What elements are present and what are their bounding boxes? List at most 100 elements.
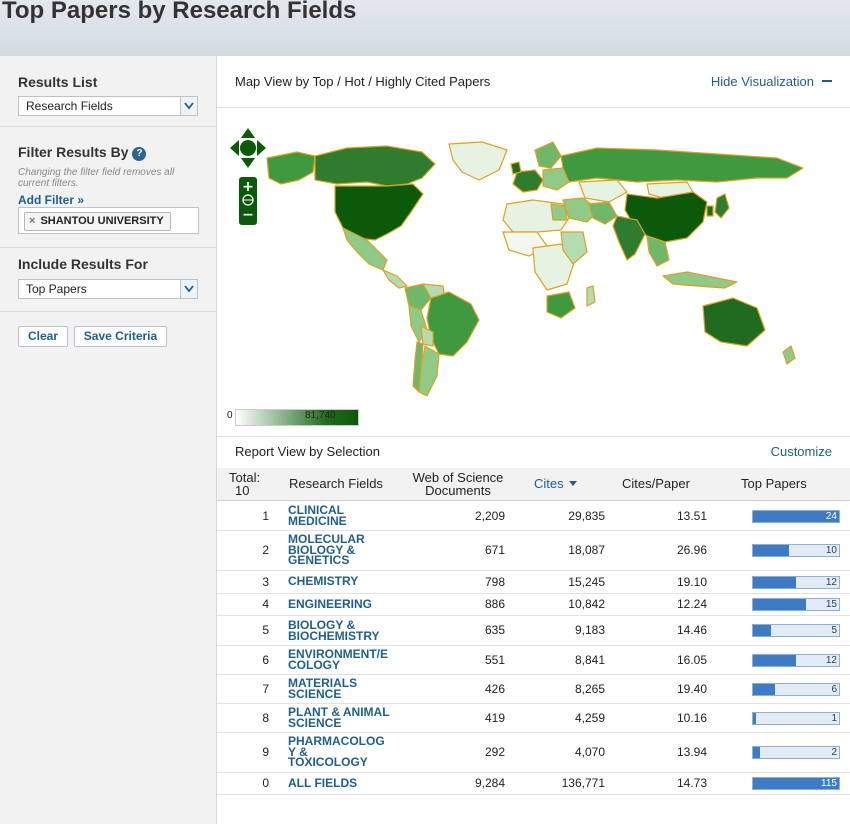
map-region-new-zealand[interactable] [782, 345, 796, 365]
clear-button[interactable]: Clear [18, 326, 68, 347]
col-cites[interactable]: Cites [534, 477, 578, 490]
table-row: 2 MOLECULAR BIOLOGY & GENETICS 671 18,087 26.9… [217, 530, 850, 571]
row-cites: 4,070 [574, 745, 605, 759]
top-papers-bar-fill [753, 684, 775, 695]
research-field-link[interactable]: ENGINEERING [288, 598, 398, 609]
filter-label: Filter Results By? [18, 144, 147, 161]
map-region-brazil[interactable] [426, 291, 480, 357]
filter-note: Changing the filter field removes all cu… [18, 167, 175, 189]
hide-visualization-label: Hide Visualization [710, 74, 814, 89]
row-rank: 0 [262, 776, 269, 790]
row-documents: 426 [484, 682, 505, 696]
map-region-japan[interactable] [714, 193, 730, 219]
map-region-central-america[interactable] [382, 269, 408, 289]
table-row: 7 MATERIALS SCIENCE 426 8,265 19.40 6 [217, 674, 850, 704]
research-field-link[interactable]: CHEMISTRY [288, 575, 398, 586]
divider [217, 107, 850, 108]
top-papers-count: 1 [831, 713, 837, 724]
map-region-iran[interactable] [588, 201, 618, 225]
top-papers-bar[interactable]: 10 [752, 544, 840, 557]
research-field-link[interactable]: ENVIRONMENT/E COLOGY [288, 648, 398, 670]
customize-link[interactable]: Customize [771, 444, 832, 459]
map-region-canada[interactable] [314, 145, 436, 187]
col-cites-per-paper[interactable]: Cites/Paper [622, 477, 690, 490]
chevron-down-icon[interactable] [180, 280, 197, 298]
remove-filter-icon[interactable]: × [29, 215, 35, 227]
col-top-papers[interactable]: Top Papers [741, 477, 807, 490]
top-papers-count: 115 [821, 778, 837, 789]
row-cites: 136,771 [561, 776, 605, 790]
table-row: 3 CHEMISTRY 798 15,245 19.10 12 [217, 570, 850, 594]
table-header: Total: 10 Research Fields Web of Science… [217, 468, 850, 501]
research-field-link[interactable]: PLANT & ANIMAL SCIENCE [288, 706, 398, 728]
row-cites-per-paper: 13.51 [676, 509, 707, 523]
research-field-link[interactable]: MATERIALS SCIENCE [288, 677, 398, 699]
top-papers-bar[interactable]: 6 [752, 683, 840, 696]
top-papers-bar[interactable]: 115 [752, 777, 840, 790]
row-cites: 29,835 [568, 509, 605, 523]
top-papers-count: 24 [825, 511, 837, 522]
map-region-greenland[interactable] [448, 141, 508, 181]
row-cites: 15,245 [568, 575, 605, 589]
top-papers-count: 12 [825, 655, 837, 666]
research-field-link[interactable]: BIOLOGY & BIOCHEMISTRY [288, 619, 398, 641]
row-cites: 8,265 [574, 682, 605, 696]
zoom-in-icon[interactable]: + [242, 179, 254, 195]
table-row: 9 PHARMACOLOG Y & TOXICOLOGY 292 4,070 13.94 2 [217, 732, 850, 773]
research-field-link[interactable]: CLINICAL MEDICINE [288, 504, 398, 528]
add-filter-link[interactable]: Add Filter » [18, 193, 84, 207]
map-legend-bar [235, 409, 359, 426]
save-criteria-button[interactable]: Save Criteria [74, 326, 167, 347]
row-rank: 3 [262, 575, 269, 589]
table-row: 6 ENVIRONMENT/E COLOGY 551 8,841 16.05 12 [217, 645, 850, 675]
top-papers-bar-fill [753, 577, 796, 588]
row-documents: 798 [484, 575, 505, 589]
row-rank: 8 [262, 711, 269, 725]
map-region-south-africa[interactable] [546, 291, 576, 319]
map-region-egypt[interactable] [550, 203, 568, 221]
top-papers-bar[interactable]: 12 [752, 654, 840, 667]
filter-section: Filter Results By? Changing the filter f… [0, 127, 216, 248]
help-icon[interactable]: ? [132, 147, 147, 161]
row-cites-per-paper: 14.73 [676, 776, 707, 790]
top-papers-bar-fill [753, 545, 790, 556]
table-row: 1 CLINICAL MEDICINE 2,209 29,835 13.51 24 [217, 501, 850, 531]
top-papers-bar[interactable]: 24 [752, 510, 840, 523]
top-papers-bar[interactable]: 12 [752, 576, 840, 589]
col-research-fields[interactable]: Research Fields [289, 477, 383, 490]
research-field-link[interactable]: PHARMACOLOG Y & TOXICOLOGY [288, 735, 398, 767]
map-region-kazakhstan[interactable] [578, 179, 628, 203]
table-row: 4 ENGINEERING 886 10,842 12.24 15 [217, 593, 850, 616]
research-field-line: MEDICINE [288, 513, 347, 528]
map-region-madagascar[interactable] [586, 285, 596, 307]
research-field-link[interactable]: MOLECULAR BIOLOGY & GENETICS [288, 533, 398, 565]
col-wos-documents[interactable]: Web of Science Documents [405, 471, 511, 497]
map-navigation-control[interactable] [230, 128, 266, 168]
top-papers-bar[interactable]: 2 [752, 746, 840, 759]
map-region-uk[interactable] [510, 161, 522, 175]
top-papers-bar[interactable]: 1 [752, 712, 840, 725]
map-region-korea[interactable] [706, 205, 714, 217]
top-papers-bar[interactable]: 5 [752, 624, 840, 637]
include-select[interactable]: Top Papers [18, 279, 198, 299]
map-region-russia[interactable] [560, 147, 804, 183]
map-region-alaska[interactable] [266, 151, 316, 185]
row-rank: 2 [262, 543, 269, 557]
row-documents: 2,209 [474, 509, 505, 523]
zoom-out-icon[interactable]: − [242, 207, 254, 223]
research-field-link[interactable]: ALL FIELDS [288, 777, 398, 788]
table-row: 8 PLANT & ANIMAL SCIENCE 419 4,259 10.16 1 [217, 703, 850, 733]
world-map[interactable]: + − [217, 120, 850, 400]
chevron-down-icon[interactable] [180, 97, 197, 115]
top-papers-bar[interactable]: 15 [752, 598, 840, 611]
col-wos-line2: Documents [425, 483, 491, 498]
row-cites: 4,259 [574, 711, 605, 725]
row-documents: 635 [484, 623, 505, 637]
legend-min: 0 [227, 410, 233, 421]
map-region-scandinavia[interactable] [534, 141, 562, 169]
hide-visualization-link[interactable]: Hide Visualization [711, 74, 832, 89]
row-documents: 551 [484, 653, 505, 667]
results-list-select[interactable]: Research Fields [18, 96, 198, 116]
map-region-indonesia[interactable] [662, 271, 738, 289]
map-region-australia[interactable] [702, 297, 766, 347]
